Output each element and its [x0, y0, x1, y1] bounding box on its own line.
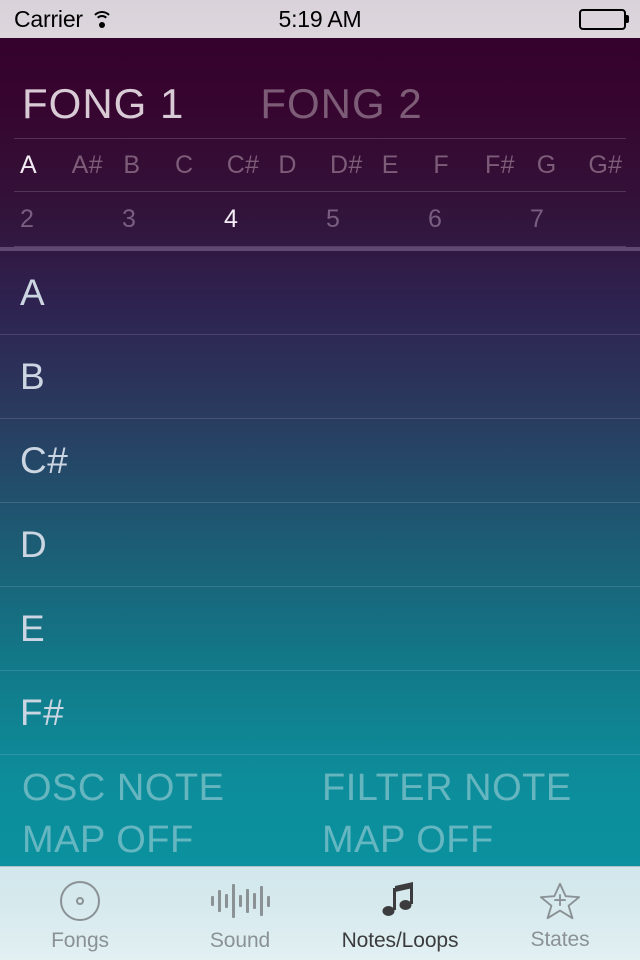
tab-sound-label: Sound: [209, 929, 271, 952]
osc-note-map[interactable]: OSC NOTE: [22, 762, 322, 814]
note-option-f-sharp[interactable]: F#: [485, 151, 537, 180]
tab-sound[interactable]: Sound: [160, 867, 320, 960]
fong-tab-1[interactable]: FONG 1: [22, 80, 184, 132]
note-option-g[interactable]: G: [537, 151, 589, 180]
note-option-f[interactable]: F: [433, 151, 485, 180]
list-item-label: E: [20, 607, 46, 649]
disc-icon: [60, 880, 100, 922]
list-item-label: B: [20, 355, 46, 397]
note-option-g-sharp[interactable]: G#: [588, 151, 640, 180]
map-value-line: MAP OFF MAP OFF: [22, 814, 640, 866]
list-item[interactable]: D: [0, 503, 640, 587]
note-option-a[interactable]: A: [20, 151, 72, 180]
octave-option-2[interactable]: 2: [20, 205, 122, 234]
osc-note-map-value-wrap[interactable]: MAP OFF: [22, 814, 322, 866]
note-option-d[interactable]: D: [278, 151, 330, 180]
filter-note-map[interactable]: FILTER NOTE: [322, 762, 622, 814]
main-content: FONG 1 FONG 2 A A# B C C# D D# E F F# G …: [0, 38, 640, 866]
tab-bar: Fongs Sound Notes/Loops States: [0, 866, 640, 960]
list-item[interactable]: B: [0, 335, 640, 419]
octave-option-7[interactable]: 7: [530, 205, 632, 234]
music-note-icon: [379, 880, 421, 922]
list-item[interactable]: A: [0, 251, 640, 335]
star-plus-icon: [539, 881, 581, 921]
list-item-label: F#: [20, 691, 65, 733]
list-item-label: D: [20, 523, 48, 565]
map-footer: OSC NOTE FILTER NOTE MAP OFF MAP OFF: [0, 762, 640, 866]
tab-fongs[interactable]: Fongs: [0, 867, 160, 960]
filter-note-map-value: MAP OFF: [322, 819, 494, 861]
tab-notes-loops[interactable]: Notes/Loops: [320, 867, 480, 960]
note-option-d-sharp[interactable]: D#: [330, 151, 382, 180]
list-item[interactable]: C#: [0, 419, 640, 503]
filter-note-title: FILTER NOTE: [322, 767, 572, 809]
list-item-label: A: [20, 271, 46, 313]
list-item[interactable]: E: [0, 587, 640, 671]
tab-fongs-label: Fongs: [51, 929, 109, 952]
octave-option-3[interactable]: 3: [122, 205, 224, 234]
note-option-e[interactable]: E: [382, 151, 434, 180]
battery-icon: [579, 8, 629, 30]
tab-states[interactable]: States: [480, 867, 640, 960]
list-item[interactable]: F#: [0, 671, 640, 755]
wifi-icon: [90, 10, 113, 28]
tab-states-label: States: [530, 928, 590, 951]
tab-notes-loops-label: Notes/Loops: [341, 929, 459, 952]
filter-note-map-value-wrap[interactable]: MAP OFF: [322, 814, 622, 866]
octave-option-6[interactable]: 6: [428, 205, 530, 234]
note-option-b[interactable]: B: [123, 151, 175, 180]
status-bar: Carrier 5:19 AM: [0, 0, 640, 38]
note-picker-row: A A# B C C# D D# E F F# G G#: [0, 139, 640, 191]
osc-note-map-value: MAP OFF: [22, 819, 194, 861]
note-list[interactable]: A B C# D E F#: [0, 251, 640, 755]
fong-tab-2[interactable]: FONG 2: [260, 80, 422, 132]
status-bar-right: [579, 8, 629, 30]
osc-note-title: OSC NOTE: [22, 767, 225, 809]
app-screen: Carrier 5:19 AM FONG 1 FONG 2 A A# B C C…: [0, 0, 640, 960]
octave-picker-row: 2 3 4 5 6 7: [0, 192, 640, 246]
note-selector-header: FONG 1 FONG 2 A A# B C C# D D# E F F# G …: [0, 38, 640, 251]
octave-option-5[interactable]: 5: [326, 205, 428, 234]
map-title-line: OSC NOTE FILTER NOTE: [22, 762, 640, 814]
list-item-label: C#: [20, 439, 69, 481]
carrier-label: Carrier: [14, 5, 83, 32]
note-option-c-sharp[interactable]: C#: [227, 151, 279, 180]
octave-option-4[interactable]: 4: [224, 205, 326, 234]
fong-tabs: FONG 1 FONG 2: [0, 38, 640, 138]
note-option-c[interactable]: C: [175, 151, 227, 180]
status-bar-left: Carrier: [14, 6, 113, 33]
note-option-a-sharp[interactable]: A#: [72, 151, 124, 180]
waveform-icon: [210, 880, 270, 922]
